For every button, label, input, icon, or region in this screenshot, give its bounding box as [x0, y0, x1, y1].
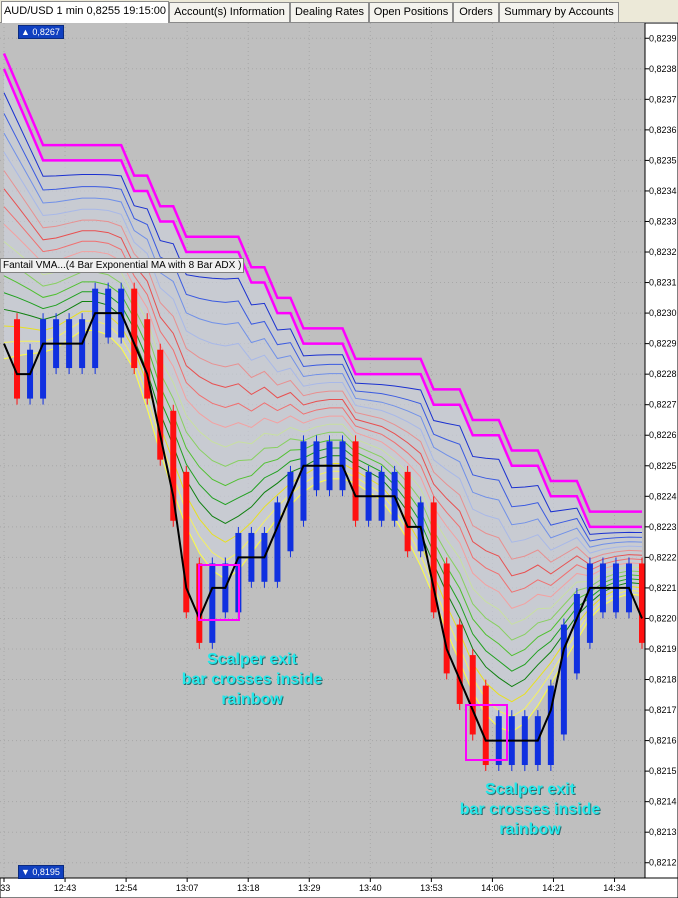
y-tick-label: 0,8229: [649, 339, 677, 349]
y-tick-label: 0,8238: [649, 64, 677, 74]
y-tick-label: 0,8237: [649, 94, 677, 104]
x-tick-label: 14:21: [542, 883, 565, 893]
down-bar: [482, 685, 489, 766]
y-tick-label: 0,8214: [649, 797, 677, 807]
x-tick-label: 12:54: [115, 883, 138, 893]
y-tick-label: 0,8216: [649, 736, 677, 746]
price-axis-panel: [644, 22, 678, 879]
down-bar: [131, 288, 138, 369]
annotation-line: rainbow: [221, 691, 283, 708]
tab-summary-by-accounts[interactable]: Summary by Accounts: [499, 2, 619, 22]
y-tick-label: 0,8215: [649, 766, 677, 776]
top-price-flag: ▲ 0,8267: [18, 25, 64, 39]
y-tick-label: 0,8217: [649, 705, 677, 715]
up-bar: [573, 594, 580, 674]
down-bar: [404, 471, 411, 552]
y-tick-label: 0,8232: [649, 247, 677, 257]
down-bar: [469, 655, 476, 735]
y-tick-label: 0,8230: [649, 308, 677, 318]
up-bar: [287, 471, 294, 552]
down-bar: [456, 624, 463, 704]
bottom-price-flag: ▼ 0,8195: [18, 865, 64, 879]
tab-bar: AUD/USD 1 min 0,8255 19:15:00 Account(s)…: [0, 0, 678, 23]
annotation-scalper-exit-2: Scalper exit bar crosses inside rainbow: [434, 780, 626, 840]
down-bar: [352, 441, 359, 521]
x-tick-label: 13:07: [176, 883, 199, 893]
tab-chart[interactable]: AUD/USD 1 min 0,8255 19:15:00: [1, 1, 169, 23]
annotation-scalper-exit-1: Scalper exit bar crosses inside rainbow: [158, 650, 346, 710]
up-bar: [209, 563, 216, 643]
y-tick-label: 0,8222: [649, 552, 677, 562]
annotation-line: bar crosses inside: [459, 801, 601, 818]
y-tick-label: 0,8212: [649, 858, 677, 868]
y-tick-label: 0,8223: [649, 522, 677, 532]
x-tick-label: 12:43: [54, 883, 77, 893]
x-tick-label: 13:18: [237, 883, 260, 893]
up-bar: [300, 441, 307, 521]
y-tick-label: 0,8219: [649, 644, 677, 654]
y-tick-label: 0,8224: [649, 491, 677, 501]
y-tick-label: 0,8225: [649, 461, 677, 471]
tab-dealing-rates[interactable]: Dealing Rates: [290, 2, 369, 22]
indicator-label[interactable]: Fantail VMA...(4 Bar Exponential MA with…: [0, 258, 245, 273]
tab-account-information[interactable]: Account(s) Information: [169, 2, 290, 22]
y-tick-label: 0,8213: [649, 827, 677, 837]
y-tick-label: 0,8231: [649, 278, 677, 288]
up-bar: [40, 319, 47, 399]
up-bar: [274, 502, 281, 582]
down-bar: [14, 319, 21, 399]
y-tick-label: 0,8239: [649, 33, 677, 43]
y-tick-label: 0,8235: [649, 155, 677, 165]
y-tick-label: 0,8220: [649, 613, 677, 623]
price-chart[interactable]: 0,8239 0,8238 0,8237 0,8236 0,8235 0,8234 0,82…: [0, 0, 678, 898]
annotation-line: Scalper exit: [207, 651, 297, 668]
tab-open-positions[interactable]: Open Positions: [369, 2, 453, 22]
y-tick-label: 0,8228: [649, 369, 677, 379]
y-tick-label: 0,8226: [649, 430, 677, 440]
up-bar: [560, 624, 567, 735]
y-tick-label: 0,8218: [649, 675, 677, 685]
y-tick-label: 0,8236: [649, 125, 677, 135]
x-tick-label: 13:53: [420, 883, 443, 893]
annotation-line: rainbow: [499, 821, 561, 838]
x-tick-label: 14:06: [481, 883, 504, 893]
x-tick-label: :33: [0, 883, 10, 893]
y-tick-label: 0,8227: [649, 400, 677, 410]
x-tick-label: 13:29: [298, 883, 321, 893]
up-bar: [92, 288, 99, 369]
up-bar: [586, 563, 593, 643]
tab-orders[interactable]: Orders: [453, 2, 499, 22]
down-bar: [443, 563, 450, 674]
y-tick-label: 0,8234: [649, 186, 677, 196]
x-tick-label: 14:34: [603, 883, 626, 893]
x-tick-label: 13:40: [359, 883, 382, 893]
annotation-line: Scalper exit: [485, 781, 575, 798]
time-axis-panel: [0, 877, 678, 898]
y-tick-label: 0,8233: [649, 216, 677, 226]
annotation-line: bar crosses inside: [181, 671, 323, 688]
y-tick-label: 0,8221: [649, 583, 677, 593]
down-bar: [639, 563, 645, 643]
